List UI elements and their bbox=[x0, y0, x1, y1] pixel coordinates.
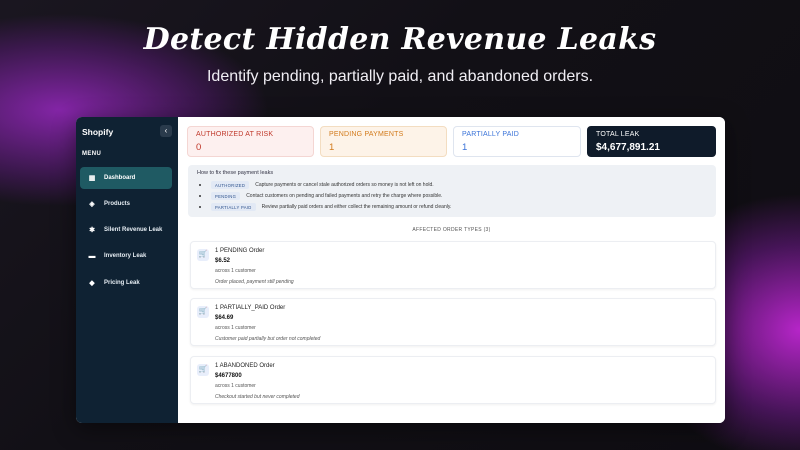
sidebar-item-dashboard[interactable]: ▦ Dashboard bbox=[80, 167, 172, 189]
order-card-partially-paid[interactable]: 🛒 1 PARTIALLY_PAID Order $64.69 across 1… bbox=[190, 298, 716, 346]
order-card-pending[interactable]: 🛒 1 PENDING Order $6.52 across 1 custome… bbox=[190, 241, 716, 289]
fix-guidance-panel: How to fix these payment leaks AUTHORIZE… bbox=[188, 165, 716, 217]
order-customer-count: across 1 customer bbox=[215, 383, 256, 389]
sidebar-item-pricing-leak[interactable]: ◆ Pricing Leak bbox=[80, 272, 172, 294]
fix-guidance-title: How to fix these payment leaks bbox=[197, 170, 274, 176]
bug-icon: ✱ bbox=[89, 227, 95, 234]
bullet bbox=[199, 195, 201, 197]
bullet bbox=[199, 206, 201, 208]
order-title: 1 PARTIALLY_PAID Order bbox=[215, 305, 286, 311]
status-badge: AUTHORIZED bbox=[211, 181, 250, 189]
order-title: 1 ABANDONED Order bbox=[215, 363, 275, 369]
order-title: 1 PENDING Order bbox=[215, 248, 265, 254]
truck-icon: ▬ bbox=[88, 252, 96, 260]
stat-value: $4,677,891.21 bbox=[596, 142, 660, 153]
order-customer-count: across 1 customer bbox=[215, 325, 256, 331]
main-content: AUTHORIZED AT RISK 0 PENDING PAYMENTS 1 … bbox=[178, 117, 725, 423]
order-amount: $64.69 bbox=[215, 315, 234, 321]
stat-label: AUTHORIZED AT RISK bbox=[196, 131, 274, 138]
stat-value: 1 bbox=[462, 142, 468, 153]
stat-card-partially-paid[interactable]: PARTIALLY PAID 1 bbox=[453, 126, 581, 157]
order-card-abandoned[interactable]: 🛒 1 ABANDONED Order $4677800 across 1 cu… bbox=[190, 356, 716, 404]
order-customer-count: across 1 customer bbox=[215, 268, 256, 274]
brand-name: Shopify bbox=[82, 127, 114, 137]
order-note: Checkout started but never completed bbox=[215, 394, 300, 400]
fix-row: PARTIALLY PAID Review partially paid ord… bbox=[199, 203, 451, 211]
chevron-left-icon: ‹ bbox=[164, 126, 168, 135]
promo-subheadline: Identify pending, partially paid, and ab… bbox=[206, 68, 594, 85]
promo-headline: Detect Hidden Revenue Leaks bbox=[143, 22, 657, 57]
stat-card-pending-payments[interactable]: PENDING PAYMENTS 1 bbox=[320, 126, 447, 157]
sidebar-item-products[interactable]: ◈ Products bbox=[80, 193, 172, 215]
grid-icon: ▦ bbox=[88, 175, 96, 182]
stat-value: 0 bbox=[196, 142, 202, 153]
order-note: Order placed, payment still pending bbox=[215, 279, 294, 285]
order-note: Customer paid partially but order not co… bbox=[215, 336, 321, 342]
sidebar-item-label: Pricing Leak bbox=[104, 280, 140, 286]
fix-row-text: Capture payments or cancel stale authori… bbox=[255, 182, 434, 188]
sidebar-item-inventory-leak[interactable]: ▬ Inventory Leak bbox=[80, 245, 172, 267]
affected-order-types-label: AFFECTED ORDER TYPES (3) bbox=[412, 227, 491, 233]
stat-card-authorized-at-risk[interactable]: AUTHORIZED AT RISK 0 bbox=[187, 126, 314, 157]
cart-icon: 🛒 bbox=[197, 306, 209, 318]
sidebar-item-label: Products bbox=[104, 201, 131, 207]
fix-row-text: Contact customers on pending and failed … bbox=[246, 193, 443, 199]
menu-label: MENU bbox=[82, 151, 102, 157]
stat-label: TOTAL LEAK bbox=[596, 131, 640, 138]
price-tag-icon: ◆ bbox=[89, 280, 95, 287]
stat-label: PENDING PAYMENTS bbox=[329, 131, 404, 138]
status-badge: PARTIALLY PAID bbox=[211, 203, 256, 211]
bullet bbox=[199, 184, 201, 186]
fix-row: AUTHORIZED Capture payments or cancel st… bbox=[199, 181, 434, 189]
stat-value: 1 bbox=[329, 142, 335, 153]
order-amount: $4677800 bbox=[215, 373, 242, 379]
cart-icon: 🛒 bbox=[197, 249, 209, 261]
status-badge: PENDING bbox=[211, 192, 241, 200]
stat-card-total-leak[interactable]: TOTAL LEAK $4,677,891.21 bbox=[587, 126, 716, 157]
sidebar: Shopify ‹ MENU ▦ Dashboard ◈ Products ✱ … bbox=[76, 117, 178, 423]
sidebar-item-silent-revenue-leak[interactable]: ✱ Silent Revenue Leak bbox=[80, 219, 172, 241]
sidebar-item-label: Silent Revenue Leak bbox=[104, 227, 163, 233]
fix-row: PENDING Contact customers on pending and… bbox=[199, 192, 442, 200]
sidebar-item-label: Dashboard bbox=[104, 175, 136, 181]
tag-icon: ◈ bbox=[89, 201, 95, 208]
collapse-sidebar-button[interactable]: ‹ bbox=[160, 125, 172, 137]
stat-label: PARTIALLY PAID bbox=[462, 131, 520, 138]
app-window: Shopify ‹ MENU ▦ Dashboard ◈ Products ✱ … bbox=[76, 117, 725, 423]
order-amount: $6.52 bbox=[215, 258, 231, 264]
sidebar-item-label: Inventory Leak bbox=[104, 253, 147, 259]
cart-icon: 🛒 bbox=[197, 364, 209, 376]
fix-row-text: Review partially paid orders and either … bbox=[261, 204, 452, 210]
